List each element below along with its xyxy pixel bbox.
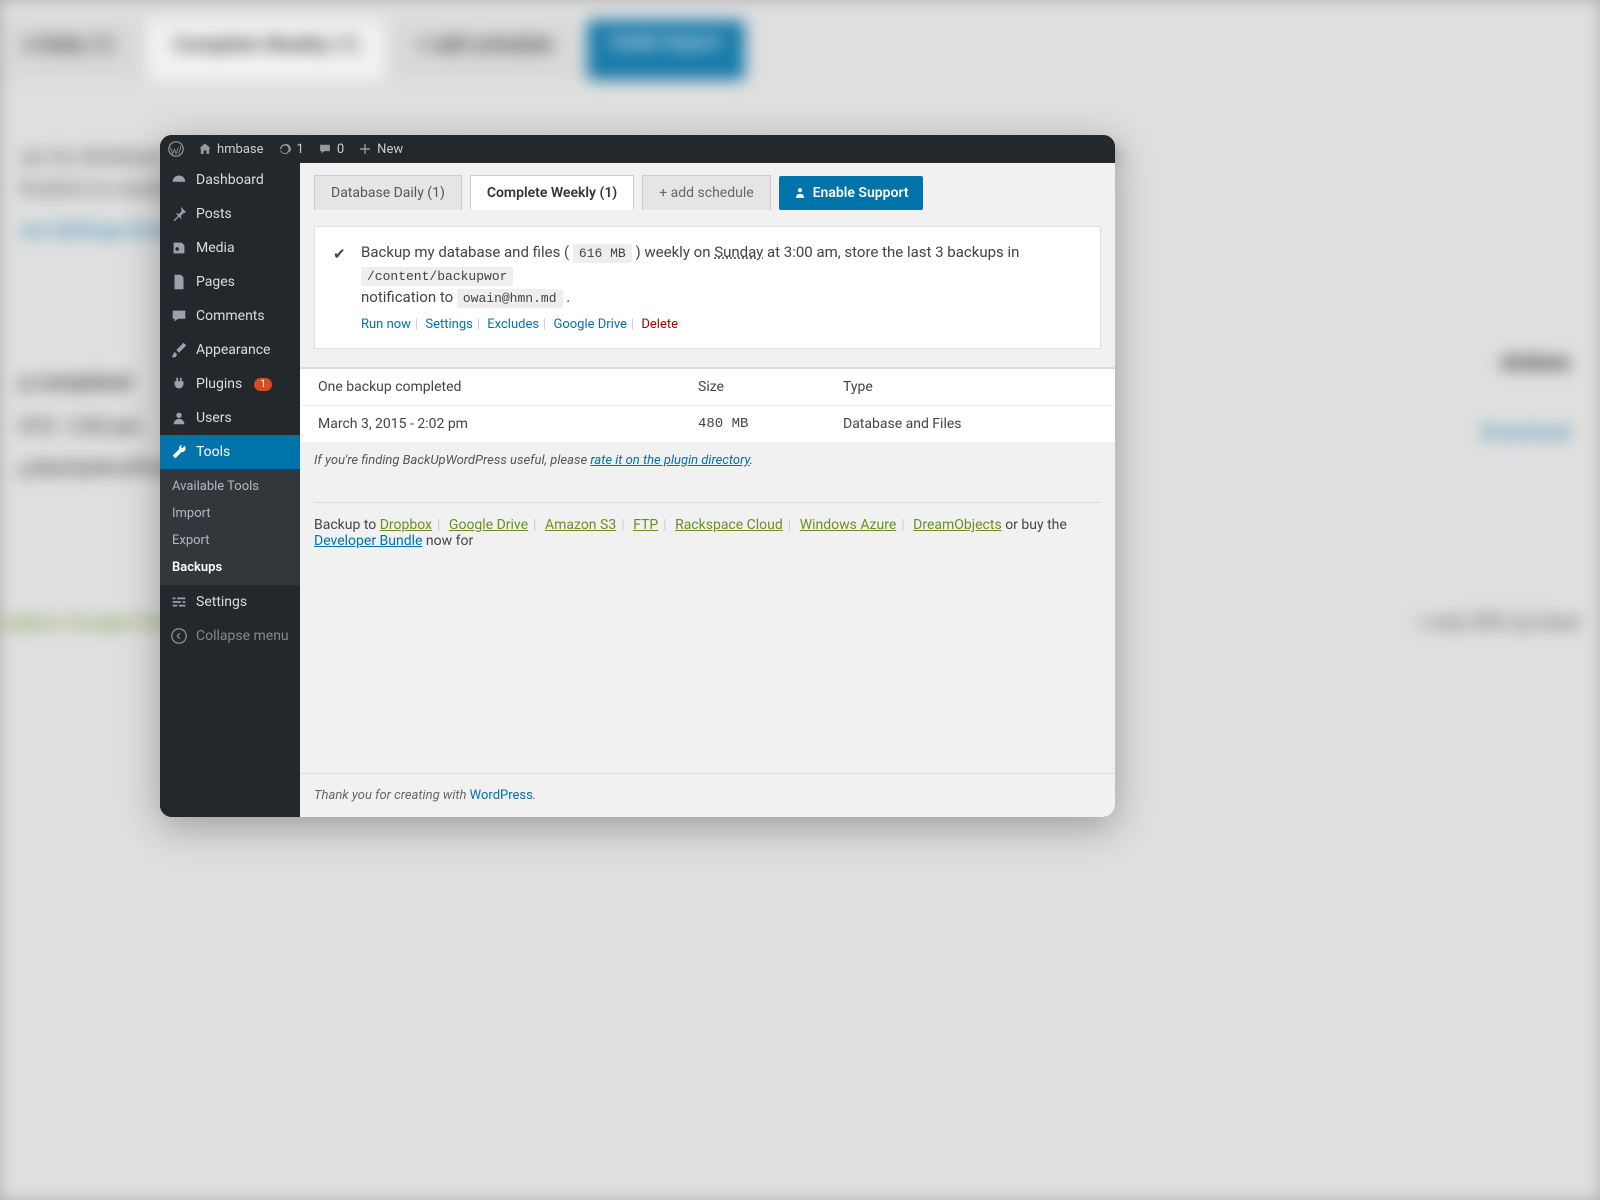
wp-logo-icon[interactable] xyxy=(168,141,184,157)
col-type: Type xyxy=(843,379,1097,395)
wrench-icon xyxy=(170,443,188,461)
cell-type: Database and Files xyxy=(843,416,1097,432)
updates-count: 1 xyxy=(297,142,304,157)
tools-submenu: Available Tools Import Export Backups xyxy=(160,469,300,585)
rackspace-link[interactable]: Rackspace Cloud xyxy=(675,517,783,533)
wp-footer: Thank you for creating with WordPress. xyxy=(300,773,1115,817)
new-label: New xyxy=(377,142,403,157)
wordpress-link[interactable]: WordPress xyxy=(470,788,533,803)
amazon-s3-link[interactable]: Amazon S3 xyxy=(545,517,616,533)
site-name-link[interactable]: hmbase xyxy=(198,142,264,157)
cell-size: 480 MB xyxy=(698,416,843,432)
menu-appearance[interactable]: Appearance xyxy=(160,333,300,367)
azure-link[interactable]: Windows Azure xyxy=(800,517,897,533)
ftp-link[interactable]: FTP xyxy=(633,517,658,533)
menu-plugins[interactable]: Plugins 1 xyxy=(160,367,300,401)
admin-bar: hmbase 1 0 New xyxy=(160,135,1115,163)
menu-users[interactable]: Users xyxy=(160,401,300,435)
comments-count: 0 xyxy=(337,142,344,157)
comments-link[interactable]: 0 xyxy=(318,142,344,157)
pages-icon xyxy=(170,273,188,291)
enable-support-button[interactable]: Enable Support xyxy=(779,176,923,210)
dreamobjects-link[interactable]: DreamObjects xyxy=(913,517,1002,533)
main-content: Database Daily (1) Complete Weekly (1) +… xyxy=(300,163,1115,817)
user-icon xyxy=(170,409,188,427)
menu-posts[interactable]: Posts xyxy=(160,197,300,231)
updates-link[interactable]: 1 xyxy=(278,142,304,157)
summary-text: Backup my database and files ( 616 MB ) … xyxy=(361,241,1082,309)
tab-database-daily[interactable]: Database Daily (1) xyxy=(314,175,462,210)
rating-note: If you're finding BackUpWordPress useful… xyxy=(300,443,1115,478)
delete-link[interactable]: Delete xyxy=(641,317,678,332)
new-link[interactable]: New xyxy=(358,142,403,157)
tab-complete-weekly[interactable]: Complete Weekly (1) xyxy=(470,175,634,210)
settings-link[interactable]: Settings xyxy=(425,317,472,332)
google-drive-dest-link[interactable]: Google Drive xyxy=(449,517,528,533)
plugins-badge: 1 xyxy=(254,378,272,391)
media-icon xyxy=(170,239,188,257)
comments-icon xyxy=(170,307,188,325)
menu-settings[interactable]: Settings xyxy=(160,585,300,619)
submenu-import[interactable]: Import xyxy=(160,500,300,527)
col-status: One backup completed xyxy=(318,379,698,395)
notification-email-chip: owain@hmn.md xyxy=(457,289,563,308)
submenu-export[interactable]: Export xyxy=(160,527,300,554)
menu-pages[interactable]: Pages xyxy=(160,265,300,299)
brush-icon xyxy=(170,341,188,359)
schedule-tabs: Database Daily (1) Complete Weekly (1) +… xyxy=(300,163,1115,210)
user-support-icon xyxy=(793,186,807,200)
menu-dashboard[interactable]: Dashboard xyxy=(160,163,300,197)
schedule-day: Sunday xyxy=(714,243,763,261)
backup-size-chip: 616 MB xyxy=(573,244,632,263)
admin-sidebar: Dashboard Posts Media Pages Comments App… xyxy=(160,163,300,817)
schedule-summary: ✔ Backup my database and files ( 616 MB … xyxy=(314,226,1101,349)
backups-table: One backup completed Size Type March 3, … xyxy=(300,367,1115,443)
submenu-available-tools[interactable]: Available Tools xyxy=(160,473,300,500)
google-drive-link[interactable]: Google Drive xyxy=(553,317,626,332)
collapse-menu[interactable]: Collapse menu xyxy=(160,619,300,653)
pin-icon xyxy=(170,205,188,223)
collapse-icon xyxy=(170,627,188,645)
rate-plugin-link[interactable]: rate it on the plugin directory xyxy=(590,453,749,468)
developer-bundle-link[interactable]: Developer Bundle xyxy=(314,533,422,549)
run-now-link[interactable]: Run now xyxy=(361,317,411,332)
tab-add-schedule[interactable]: + add schedule xyxy=(642,175,770,210)
dropbox-link[interactable]: Dropbox xyxy=(380,517,432,533)
sliders-icon xyxy=(170,593,188,611)
table-row: March 3, 2015 - 2:02 pm 480 MB Database … xyxy=(300,406,1115,443)
check-icon: ✔ xyxy=(333,243,346,266)
admin-window: hmbase 1 0 New Dashboard Posts xyxy=(160,135,1115,817)
table-header: One backup completed Size Type xyxy=(300,368,1115,406)
menu-tools[interactable]: Tools xyxy=(160,435,300,469)
backup-path-chip: /content/backupwor xyxy=(361,267,513,286)
site-name: hmbase xyxy=(217,142,264,157)
excludes-link[interactable]: Excludes xyxy=(487,317,539,332)
submenu-backups[interactable]: Backups xyxy=(160,554,300,581)
menu-media[interactable]: Media xyxy=(160,231,300,265)
backup-destinations: Backup to Dropbox| Google Drive| Amazon … xyxy=(300,503,1115,563)
cell-date: March 3, 2015 - 2:02 pm xyxy=(318,416,698,432)
dashboard-icon xyxy=(170,171,188,189)
menu-comments[interactable]: Comments xyxy=(160,299,300,333)
col-size: Size xyxy=(698,379,843,395)
plug-icon xyxy=(170,375,188,393)
schedule-action-links: Run now| Settings| Excludes| Google Driv… xyxy=(361,315,1082,335)
